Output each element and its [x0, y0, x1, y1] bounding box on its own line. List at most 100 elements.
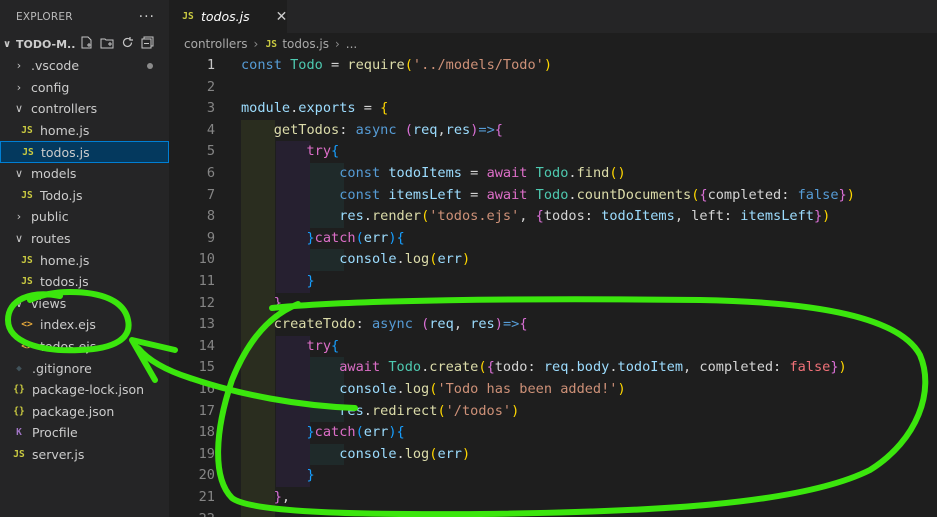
tab-todos-js[interactable]: JS todos.js ✕	[169, 0, 287, 33]
tree-item-label: package-lock.json	[32, 382, 145, 398]
code-token: )	[543, 57, 553, 73]
code-token: const	[241, 186, 389, 203]
code-token: 'todos.ejs'	[429, 208, 520, 225]
chevron-right-icon[interactable]: ›	[13, 59, 25, 72]
code-line[interactable]: 14 try{	[169, 335, 937, 358]
code-line[interactable]: 22	[169, 508, 937, 517]
file-item[interactable]: JS home.js	[0, 249, 169, 271]
code-token: createTodo	[241, 316, 356, 333]
code-token: {	[699, 186, 708, 203]
code-line[interactable]: 18 }catch(err){	[169, 422, 937, 444]
code-line[interactable]: 5 try{	[169, 141, 937, 163]
code-token: =>	[502, 316, 520, 333]
code-line[interactable]: 13 createTodo: async (req, res)=>{	[169, 314, 937, 336]
code-text: const todoItems = await Todo.find()	[241, 163, 626, 185]
project-header[interactable]: ∨ TODO-M...	[0, 33, 169, 55]
breadcrumb-symbol[interactable]: ...	[346, 37, 357, 51]
code-token: create	[429, 359, 479, 376]
file-item[interactable]: JS todos.js	[0, 271, 169, 293]
tree-item-label: controllers	[31, 101, 98, 117]
code-line[interactable]: 20 }	[169, 465, 937, 487]
chevron-down-icon[interactable]: ∨	[0, 39, 14, 50]
code-token: async	[355, 121, 405, 138]
code-token: err	[437, 251, 462, 268]
code-line[interactable]: 16 console.log('Todo has been added!')	[169, 379, 937, 401]
code-text: const itemsLeft = await Todo.countDocume…	[241, 185, 855, 207]
code-editor[interactable]: 1 const Todo = require('../models/Todo') 2…	[169, 55, 937, 517]
modified-dot-icon	[147, 63, 153, 69]
collapse-all-icon[interactable]	[141, 36, 154, 52]
chevron-right-icon[interactable]: ›	[13, 210, 25, 223]
folder-models[interactable]: ∨ models	[0, 163, 169, 185]
code-line[interactable]: 17 res.redirect('/todos')	[169, 400, 937, 423]
folder-routes[interactable]: ∨ routes	[0, 228, 169, 250]
code-token: (	[404, 57, 413, 73]
chevron-down-icon[interactable]: ∨	[13, 102, 25, 115]
code-line[interactable]: 21 },	[169, 487, 937, 509]
code-line[interactable]: 7 const itemsLeft = await Todo.countDocu…	[169, 184, 937, 207]
code-token: res	[241, 208, 364, 225]
js-file-icon: JS	[182, 11, 194, 22]
file-item[interactable]: ◆ .gitignore	[0, 357, 169, 379]
code-line[interactable]: 12 },	[169, 292, 937, 315]
code-line[interactable]: 3 module.exports = {	[169, 98, 937, 120]
close-icon[interactable]: ✕	[276, 9, 288, 25]
code-token: )	[388, 424, 397, 441]
new-folder-icon[interactable]	[100, 36, 114, 52]
chevron-down-icon[interactable]: ∨	[13, 167, 25, 180]
tree-item-label: package.json	[32, 403, 115, 419]
code-token: itemsLeft	[740, 208, 814, 225]
code-token: catch	[314, 424, 356, 441]
code-line[interactable]: 1 const Todo = require('../models/Todo')	[169, 55, 937, 77]
file-item[interactable]: <> todos.ejs	[0, 336, 169, 358]
folder-public[interactable]: › public	[0, 206, 169, 228]
folder-config[interactable]: › config	[0, 77, 169, 99]
code-token: , left:	[674, 208, 741, 225]
code-line[interactable]: 19 console.log(err)	[169, 443, 937, 466]
ejs-file-icon: <>	[21, 319, 33, 331]
folder-views[interactable]: ∨ views	[0, 293, 169, 315]
code-token: }	[838, 186, 847, 203]
code-token: res	[241, 402, 364, 419]
tree-item-label: models	[31, 166, 77, 182]
tree-item-label: Procfile	[32, 425, 78, 441]
chevron-down-icon[interactable]: ∨	[13, 232, 25, 245]
file-item[interactable]: {} package-lock.json	[0, 379, 169, 401]
breadcrumb-file[interactable]: todos.js	[282, 37, 329, 51]
chevron-right-icon[interactable]: ›	[13, 81, 25, 94]
code-line[interactable]: 8 res.render('todos.ejs', {todos: todoIt…	[169, 206, 937, 228]
line-number: 15	[198, 359, 215, 376]
code-text: const Todo = require('../models/Todo')	[241, 55, 552, 77]
code-token: .	[396, 251, 405, 268]
code-token: ,	[281, 489, 291, 505]
code-line[interactable]: 2	[169, 77, 937, 99]
code-token: {	[519, 316, 528, 333]
folder-controllers[interactable]: ∨ controllers	[0, 98, 169, 120]
file-item[interactable]: JS todos.js	[0, 141, 169, 163]
breadcrumb-folder[interactable]: controllers	[184, 37, 248, 51]
refresh-icon[interactable]	[121, 36, 134, 52]
code-line[interactable]: 11 }	[169, 271, 937, 293]
new-file-icon[interactable]	[80, 36, 93, 52]
code-line[interactable]: 6 const todoItems = await Todo.find()	[169, 163, 937, 185]
code-line[interactable]: 10 console.log(err)	[169, 249, 937, 271]
code-token: .	[568, 186, 577, 203]
code-token: 'Todo has been added!'	[437, 381, 618, 397]
code-token: {	[331, 143, 340, 160]
code-token: await	[486, 186, 536, 203]
file-item[interactable]: JS home.js	[0, 120, 169, 142]
folder-vscode[interactable]: › .vscode	[0, 55, 169, 77]
more-actions-icon[interactable]: ···	[139, 9, 155, 25]
code-token: )	[617, 381, 626, 397]
file-item[interactable]: <> index.ejs	[0, 314, 169, 336]
file-item[interactable]: {} package.json	[0, 401, 169, 423]
file-item[interactable]: K Procfile	[0, 422, 169, 444]
file-item[interactable]: JS Todo.js	[0, 185, 169, 207]
chevron-down-icon[interactable]: ∨	[13, 297, 25, 310]
code-text: getTodos: async (req,res)=>{	[241, 120, 503, 142]
code-token: req	[429, 316, 454, 333]
code-line[interactable]: 9 }catch(err){	[169, 227, 937, 250]
code-line[interactable]: 15 await Todo.create({todo: req.body.tod…	[169, 357, 937, 379]
file-item[interactable]: JS server.js	[0, 444, 169, 466]
code-line[interactable]: 4 getTodos: async (req,res)=>{	[169, 119, 937, 142]
